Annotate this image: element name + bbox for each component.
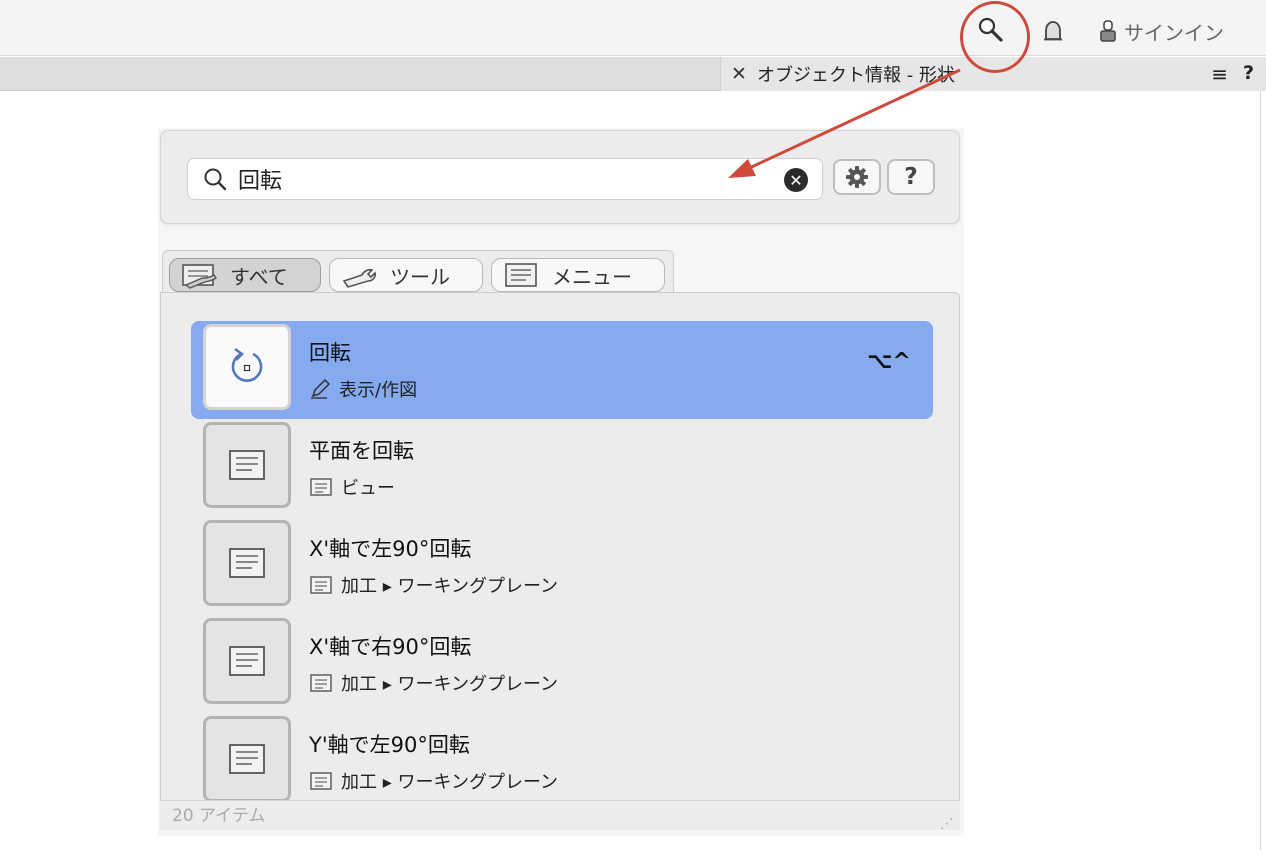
search-input[interactable] <box>238 166 758 192</box>
signin-button[interactable]: サインイン <box>1098 16 1224 46</box>
list-item[interactable]: 平面を回転 ビュー <box>191 419 933 517</box>
item-count: 20 アイテム <box>172 806 266 826</box>
item-path: 加工 ▸ ワーキングプレーン <box>309 768 558 794</box>
menu-icon <box>203 716 291 802</box>
user-icon <box>1100 20 1116 42</box>
magnifier-icon <box>204 168 227 191</box>
window-edge <box>1260 91 1261 850</box>
item-title: 回転 <box>309 341 351 365</box>
clear-search-icon[interactable]: ✕ <box>784 168 808 192</box>
item-path: ビュー <box>309 474 395 500</box>
palette-strip: ✕ オブジェクト情報 - 形状 ≡ ? <box>0 57 1266 91</box>
list-item[interactable]: X'軸で右90°回転 加工 ▸ ワーキングプレーン <box>191 615 933 713</box>
close-palette-button[interactable]: ✕ <box>729 63 749 85</box>
item-title: X'軸で右90°回転 <box>309 635 472 659</box>
notification-bell-icon[interactable] <box>1038 16 1068 46</box>
menu-icon <box>310 576 332 594</box>
search-bar-container: ✕ ? <box>160 130 960 224</box>
menu-icon <box>203 520 291 606</box>
filter-tabs: すべて ツール メニュー <box>162 250 674 294</box>
item-title: X'軸で左90°回転 <box>309 537 472 561</box>
help-button[interactable]: ? <box>887 159 935 195</box>
menu-icon <box>310 478 332 496</box>
search-field[interactable]: ✕ <box>187 158 823 200</box>
palette-menu-icon[interactable]: ≡ <box>1211 62 1228 86</box>
menu-icon <box>310 674 332 692</box>
settings-button[interactable] <box>833 159 881 195</box>
resize-grip-icon[interactable]: ⋰ <box>940 809 954 839</box>
palette-title: オブジェクト情報 - 形状 <box>757 65 955 86</box>
item-path: 加工 ▸ ワーキングプレーン <box>309 670 558 696</box>
tab-all[interactable]: すべて <box>169 258 321 292</box>
item-path-label: 加工 ▸ ワーキングプレーン <box>341 576 559 597</box>
results-list: 回転 表示/作図 ⌥^ 平面を回転 ビュー X'軸で左90°回転 加工 ▸ ワー… <box>160 292 960 824</box>
tab-tools-label: ツール <box>390 264 450 289</box>
results-footer: 20 アイテム ⋰ <box>160 800 960 832</box>
menu-icon <box>505 263 537 287</box>
tab-menu[interactable]: メニュー <box>491 258 665 292</box>
gear-icon <box>846 166 868 188</box>
item-path: 表示/作図 <box>309 376 417 402</box>
item-path-label: 加工 ▸ ワーキングプレーン <box>341 772 559 793</box>
list-item[interactable]: X'軸で左90°回転 加工 ▸ ワーキングプレーン <box>191 517 933 615</box>
item-title: 平面を回転 <box>309 439 414 463</box>
object-info-palette-header: ✕ オブジェクト情報 - 形状 ≡ ? <box>720 57 1266 91</box>
menu-icon <box>203 422 291 508</box>
item-title: Y'軸で左90°回転 <box>309 733 470 757</box>
list-item[interactable]: Y'軸で左90°回転 加工 ▸ ワーキングプレーン <box>191 713 933 811</box>
top-toolbar: サインイン <box>0 0 1266 56</box>
signin-label: サインイン <box>1124 20 1224 45</box>
tab-tools[interactable]: ツール <box>329 258 483 292</box>
item-path-label: 表示/作図 <box>339 380 418 401</box>
all-items-icon <box>182 264 217 289</box>
rotate-icon <box>203 324 291 410</box>
keyboard-shortcut: ⌥^ <box>867 349 911 374</box>
menu-icon <box>203 618 291 704</box>
pencil-icon <box>311 378 331 399</box>
menu-icon <box>310 772 332 790</box>
palette-help-icon[interactable]: ? <box>1243 62 1254 84</box>
tab-menu-label: メニュー <box>552 264 632 289</box>
item-path: 加工 ▸ ワーキングプレーン <box>309 572 558 598</box>
item-path-label: 加工 ▸ ワーキングプレーン <box>341 674 559 695</box>
list-item[interactable]: 回転 表示/作図 ⌥^ <box>191 321 933 419</box>
item-path-label: ビュー <box>341 478 395 499</box>
wrench-icon <box>342 268 376 288</box>
search-icon[interactable] <box>975 14 1007 46</box>
tab-all-label: すべて <box>230 264 288 289</box>
search-panel: ✕ ? すべて <box>158 128 964 836</box>
